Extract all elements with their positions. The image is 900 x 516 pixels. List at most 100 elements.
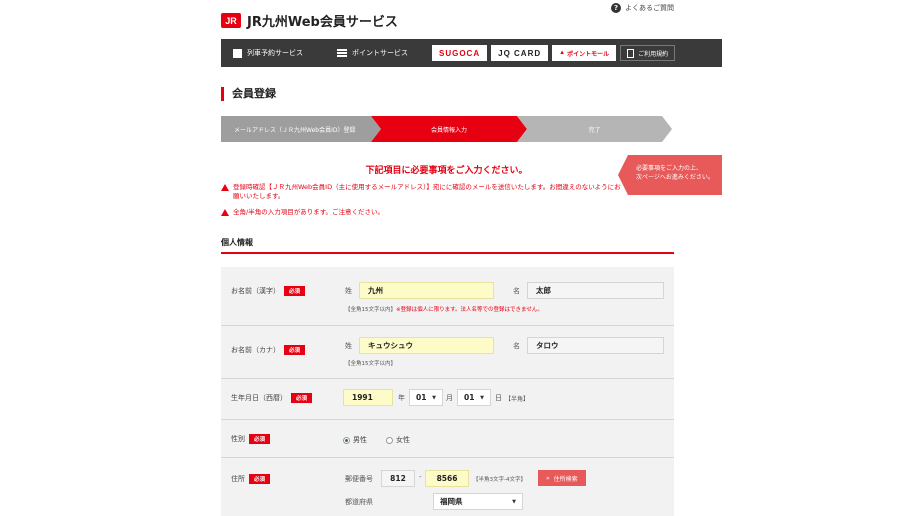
faq-link[interactable]: ? よくあるご質問 [611, 3, 674, 13]
hint-text-red: ※登録は個人に限ります。法人名等での登録はできません。 [396, 307, 543, 313]
side-tag-line2: 次ページへお進みください。 [636, 174, 714, 181]
cards-icon [337, 49, 347, 57]
address-search-button[interactable]: » 住所検索 [538, 470, 586, 486]
warning-icon [221, 184, 229, 191]
prefecture-value: 福岡県 [440, 497, 463, 506]
birthday-note: 【半角】 [505, 396, 530, 403]
row-gender: 性別 必須 男性 女性 [221, 420, 674, 458]
postal-code-2-input[interactable]: 8566 [425, 470, 469, 487]
gender-female-label: 女性 [396, 436, 410, 444]
main-nav: 列車予約サービス ポイントサービス SUGOCA JQ CARD ▲ ポイントモ… [221, 39, 722, 67]
nav-train-label: 列車予約サービス [247, 49, 303, 57]
gender-male-radio[interactable]: 男性 [343, 435, 367, 445]
mei-label: 名 [513, 342, 520, 350]
sei-kana-input[interactable]: キュウシュウ [359, 337, 494, 354]
terms-label: ご利用規約 [638, 50, 669, 58]
prefecture-label: 都道府県 [345, 498, 373, 506]
point-mall-link[interactable]: ▲ ポイントモール [552, 45, 617, 61]
sei-kanji-input[interactable]: 九州 [359, 282, 494, 299]
row-name-kanji: お名前（漢字） 必須 姓 九州 名 太郎 【全角15文字以内】※登録は個人に限り… [221, 267, 674, 326]
section-title-personal-info: 個人情報 [221, 238, 253, 247]
mei-kanji-input[interactable]: 太郎 [527, 282, 664, 299]
page-title: 会員登録 [221, 87, 276, 101]
faq-label: よくあるご質問 [625, 4, 674, 12]
hint-name-kana: 【全角15文字以内】 [345, 361, 396, 367]
sugoca-link[interactable]: SUGOCA [432, 45, 488, 61]
label-birthday: 生年月日（西暦） 必須 [231, 393, 313, 403]
hint-text: 【全角15文字以内】 [345, 307, 396, 313]
chevron-right-icon: » [546, 474, 550, 482]
label-text: 住所 [231, 475, 245, 483]
birth-day-select[interactable]: 01 ▼ [457, 389, 491, 406]
section-divider [221, 252, 674, 254]
required-badge: 必須 [291, 393, 313, 403]
day-value: 01 [464, 393, 475, 402]
gender-male-label: 男性 [353, 436, 367, 444]
step-email-registration: メールアドレス（ＪＲ九州Web会員ID）登録 [221, 116, 381, 142]
chevron-down-icon: ▼ [432, 394, 436, 401]
step-complete: 完了 [517, 116, 672, 142]
warning-icon [221, 209, 229, 216]
label-text: お名前（カナ） [231, 346, 280, 354]
warning-text-1: 登録時確認【ＪＲ九州Web会員ID（主に使用するメールアドレス）】宛にに確認のメ… [233, 183, 621, 200]
month-unit: 月 [446, 394, 453, 402]
label-text: お名前（漢字） [231, 287, 280, 295]
required-badge: 必須 [249, 434, 271, 444]
jr-logo-mark: JR [221, 13, 241, 28]
day-unit: 日 [495, 394, 502, 402]
step-member-info: 会員情報入力 [371, 116, 527, 142]
required-badge: 必須 [284, 345, 306, 355]
warning-width: 全角/半角の入力項目があります。ご注意ください。 [221, 208, 384, 217]
chevron-down-icon: ▼ [512, 498, 516, 505]
postal-separator: - [419, 473, 422, 481]
required-badge: 必須 [249, 474, 271, 484]
mei-label: 名 [513, 287, 520, 295]
sei-label: 姓 [345, 287, 352, 295]
document-icon [627, 48, 635, 58]
label-gender: 性別 必須 [231, 434, 271, 444]
warning-email-confirm: 登録時確認【ＪＲ九州Web会員ID（主に使用するメールアドレス）】宛にに確認のメ… [221, 183, 621, 201]
label-text: 性別 [231, 435, 245, 443]
warning-text-2: 全角/半角の入力項目があります。ご注意ください。 [233, 208, 385, 216]
question-circle-icon: ? [611, 3, 621, 13]
row-address: 住所 必須 郵便番号 812 - 8566 【半角3文字-4文字】 » 住所検索… [221, 458, 674, 516]
postal-label: 郵便番号 [345, 475, 373, 483]
label-name-kana: お名前（カナ） 必須 [231, 345, 306, 355]
label-address: 住所 必須 [231, 474, 271, 484]
personal-info-form: お名前（漢字） 必須 姓 九州 名 太郎 【全角15文字以内】※登録は個人に限り… [221, 267, 674, 516]
birth-year-input[interactable]: 1991 [343, 389, 393, 406]
nav-train-reservation[interactable]: 列車予約サービス [221, 39, 315, 67]
point-mall-icon: ▲ [559, 50, 566, 56]
prefecture-select[interactable]: 福岡県 ▼ [433, 493, 523, 510]
gender-female-radio[interactable]: 女性 [386, 435, 410, 445]
hint-name-kanji: 【全角15文字以内】※登録は個人に限ります。法人名等での登録はできません。 [345, 305, 543, 313]
side-tag-line1: 必要事項をご入力の上、 [636, 165, 703, 172]
address-search-label: 住所検索 [553, 475, 578, 483]
nav-point-service[interactable]: ポイントサービス [325, 39, 420, 67]
terms-link[interactable]: ご利用規約 [620, 45, 676, 61]
nav-points-label: ポイントサービス [352, 49, 408, 57]
site-title: JR九州Web会員サービス [247, 15, 398, 30]
row-name-kana: お名前（カナ） 必須 姓 キュウシュウ 名 タロウ 【全角15文字以内】 [221, 326, 674, 379]
point-mall-label: ポイントモール [567, 51, 610, 58]
jq-card-link[interactable]: JQ CARD [491, 45, 549, 61]
train-icon [233, 48, 242, 58]
row-birthday: 生年月日（西暦） 必須 1991 年 01 ▼ 月 01 ▼ 日 【半角】 [221, 379, 674, 420]
postal-hint: 【半角3文字-4文字】 [473, 477, 526, 483]
required-badge: 必須 [284, 286, 306, 296]
sei-label: 姓 [345, 342, 352, 350]
progress-steps: メールアドレス（ＪＲ九州Web会員ID）登録 会員情報入力 完了 [221, 116, 672, 142]
year-unit: 年 [398, 394, 405, 402]
label-text: 生年月日（西暦） [231, 394, 287, 402]
jr-kyushu-logo[interactable]: JR JR九州Web会員サービス [221, 11, 398, 30]
postal-code-1-input[interactable]: 812 [381, 470, 415, 487]
notice-title: 下記項目に必要事項をご入力ください。 [365, 166, 528, 176]
radio-unselected-icon [386, 436, 393, 444]
label-name-kanji: お名前（漢字） 必須 [231, 286, 306, 296]
month-value: 01 [416, 393, 427, 402]
side-notice-tag: 必要事項をご入力の上、 次ページへお進みください。 [618, 155, 722, 195]
mei-kana-input[interactable]: タロウ [527, 337, 664, 354]
chevron-down-icon: ▼ [480, 394, 484, 401]
birth-month-select[interactable]: 01 ▼ [409, 389, 443, 406]
radio-selected-icon [343, 436, 350, 444]
